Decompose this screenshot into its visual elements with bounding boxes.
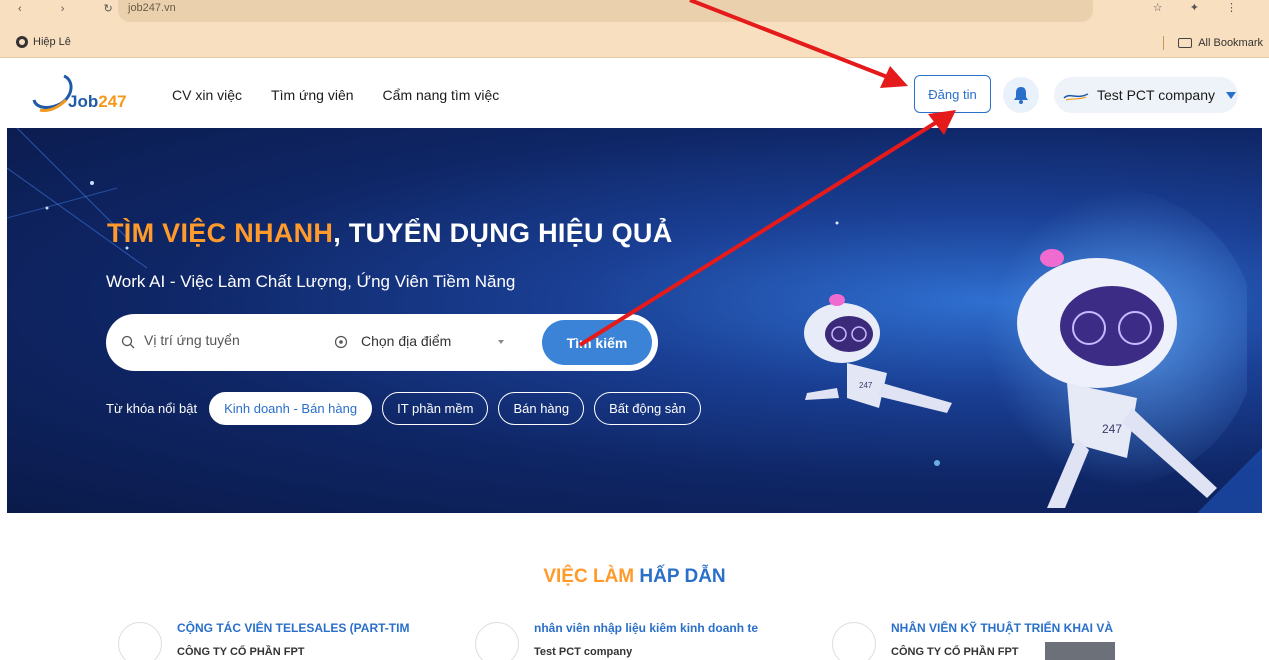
bell-icon xyxy=(1014,87,1028,104)
keywords-label: Từ khóa nổi bật xyxy=(106,401,198,416)
bookmarks-bar: Hiệp Lê All Bookmark xyxy=(0,30,1269,58)
keyword-chip-sales[interactable]: Kinh doanh - Bán hàng xyxy=(209,392,373,425)
hero-title: TÌM VIỆC NHANH, TUYỂN DỤNG HIỆU QUẢ xyxy=(107,218,673,248)
company-logo xyxy=(475,622,519,660)
caret-down-icon xyxy=(1226,91,1237,99)
address-bar-url: job247.vn xyxy=(128,2,176,14)
job-title[interactable]: CỘNG TÁC VIÊN TELESALES (PART-TIM xyxy=(177,621,445,635)
job-title[interactable]: NHÂN VIÊN KỸ THUẬT TRIỂN KHAI VÀ xyxy=(891,621,1159,635)
company-logo xyxy=(832,622,876,660)
job-search-bar: Chọn địa điểm Tìm kiếm xyxy=(106,314,658,371)
location-pin-icon xyxy=(334,335,348,349)
small-robot-icon: 247 xyxy=(804,294,952,413)
all-bookmarks[interactable]: All Bookmark xyxy=(1163,36,1263,50)
job-company: CÔNG TY CỔ PHẦN FPT xyxy=(891,646,1019,658)
robot-mascots-illustration: 247 247 xyxy=(804,188,1247,508)
browser-extension-icons[interactable]: ☆ ✦ ⋮ xyxy=(1153,1,1249,14)
nav-career-guide[interactable]: Cẩm nang tìm việc xyxy=(383,87,500,103)
post-job-button[interactable]: Đăng tin xyxy=(914,75,991,113)
account-menu[interactable]: Test PCT company xyxy=(1054,77,1238,113)
search-button[interactable]: Tìm kiếm xyxy=(542,320,652,365)
job-company: Test PCT company xyxy=(534,646,633,658)
hero-banner: TÌM VIỆC NHANH, TUYỂN DỤNG HIỆU QUẢ Work… xyxy=(7,128,1262,513)
bookmark-item[interactable]: Hiệp Lê xyxy=(16,36,71,48)
job-thumbnail xyxy=(1045,642,1115,660)
chevron-down-icon[interactable] xyxy=(498,340,504,344)
keyword-chip-selling[interactable]: Bán hàng xyxy=(498,392,585,425)
company-name: Test PCT company xyxy=(1097,87,1216,103)
keyword-chip-real-estate[interactable]: Bất động sản xyxy=(594,392,701,425)
job-title[interactable]: nhân viên nhập liệu kiêm kinh doanh te xyxy=(534,621,802,635)
browser-nav-icons[interactable]: ‹ › ↻ xyxy=(18,2,131,15)
section-title: VIỆC LÀM HẤP DẪN xyxy=(543,566,726,587)
globe-icon xyxy=(16,36,28,48)
main-nav: CV xin việc Tìm ứng viên Cẩm nang tìm vi… xyxy=(172,87,499,103)
browser-toolbar: ‹ › ↻ job247.vn ☆ ✦ ⋮ xyxy=(0,0,1269,30)
search-icon xyxy=(121,335,135,349)
featured-keywords: Từ khóa nổi bật Kinh doanh - Bán hàng IT… xyxy=(106,392,701,425)
position-search-input[interactable] xyxy=(144,332,304,348)
site-logo[interactable]: Job247 xyxy=(30,70,145,118)
nav-cv[interactable]: CV xin việc xyxy=(172,87,242,103)
keyword-chip-it[interactable]: IT phần mềm xyxy=(382,392,489,425)
hero-subtitle: Work AI - Việc Làm Chất Lượng, Ứng Viên … xyxy=(106,272,516,291)
company-logo-icon xyxy=(1062,88,1090,102)
address-bar[interactable]: job247.vn xyxy=(118,0,1093,22)
company-logo xyxy=(118,622,162,660)
location-select[interactable]: Chọn địa điểm xyxy=(361,333,451,349)
nav-find-candidates[interactable]: Tìm ứng viên xyxy=(271,87,354,103)
folder-icon xyxy=(1178,38,1193,48)
svg-text:247: 247 xyxy=(1102,422,1122,436)
svg-text:247: 247 xyxy=(859,381,873,390)
notifications-button[interactable] xyxy=(1003,77,1039,113)
site-header: Job247 CV xin việc Tìm ứng viên Cẩm nang… xyxy=(0,58,1269,128)
job-company: CÔNG TY CỔ PHẦN FPT xyxy=(177,646,305,658)
